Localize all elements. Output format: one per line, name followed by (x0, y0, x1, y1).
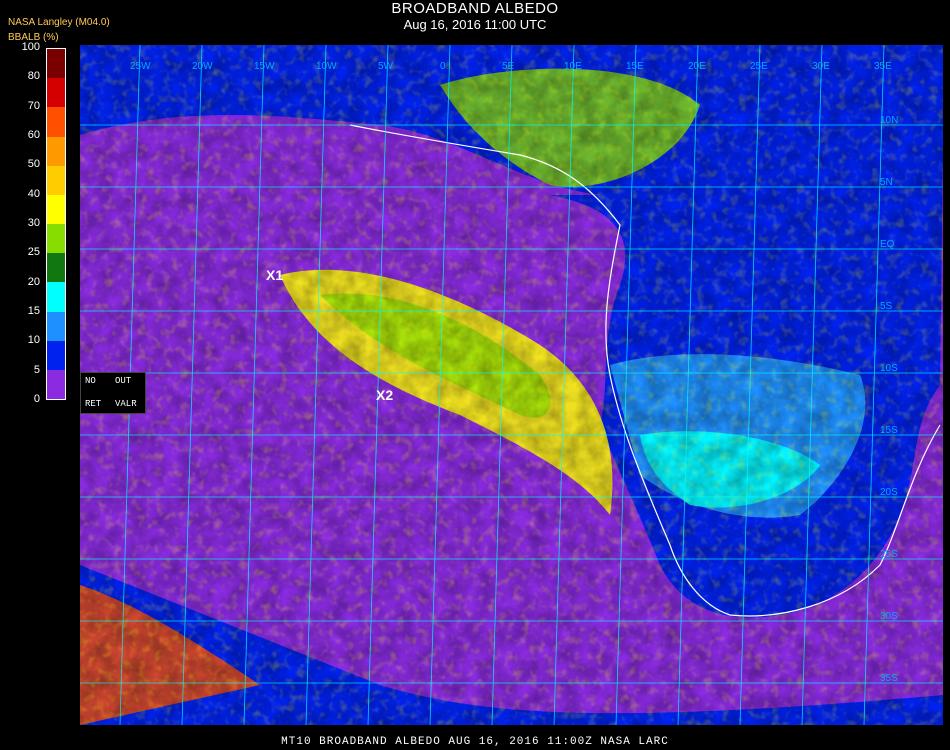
longitude-label: 5W (378, 61, 394, 72)
legend-no: NO (85, 376, 96, 386)
longitude-label: 15E (626, 61, 644, 72)
longitude-label: 10W (316, 61, 337, 72)
color-swatch-11 (47, 369, 65, 400)
legend-ret: RET (85, 399, 102, 409)
color-scale-tick: 30 (27, 217, 40, 229)
map-title: BROADBAND ALBEDO (391, 0, 559, 17)
longitude-label: 35E (874, 61, 892, 72)
footer-caption: MT10 BROADBAND ALBEDO AUG 16, 2016 11:00… (281, 736, 669, 748)
color-scale-tick: 5 (33, 363, 40, 376)
color-swatch-9 (47, 311, 65, 341)
color-swatch-4 (47, 165, 65, 195)
latitude-label: 10S (880, 363, 898, 374)
marker-x2: X2 (376, 387, 394, 403)
color-scale-tick: 25 (27, 246, 40, 259)
albedo-map: 25W 20W 15W 10W 5W 0 5E 10E 15E 20E 25E 30E 35E 10N 5… (80, 45, 943, 725)
color-scale-tick: 20 (27, 275, 40, 288)
color-swatch-3 (47, 136, 65, 166)
legend-box: NO OUT RET VALR (80, 372, 146, 414)
color-scale-bar (46, 48, 66, 400)
color-swatch-5 (47, 194, 65, 225)
longitude-label: 20E (688, 61, 706, 72)
color-swatch-2 (47, 107, 65, 137)
cloud-texture-layer (80, 45, 943, 725)
latitude-label: 25S (880, 549, 898, 560)
latitude-label: 10N (880, 115, 898, 126)
latitude-label: EQ (880, 239, 895, 250)
longitude-label: 15W (254, 61, 275, 72)
longitude-label: 25E (750, 61, 768, 72)
color-scale-tick: 80 (27, 70, 40, 83)
color-scale-tick: 60 (27, 129, 40, 141)
data-source-label: NASA Langley (M04.0) (8, 17, 110, 28)
color-scale-tick: 10 (27, 334, 40, 347)
color-swatch-6 (47, 224, 65, 254)
latitude-label: 5S (880, 301, 893, 312)
color-swatch-0 (47, 49, 65, 79)
color-swatch-10 (47, 340, 65, 370)
color-scale-tick: 40 (27, 187, 40, 200)
map-datetime: Aug 16, 2016 11:00 UTC (403, 17, 547, 32)
latitude-label: 35S (880, 673, 898, 684)
color-scale-tick: 0 (33, 393, 40, 405)
color-scale-tick: 100 (21, 41, 40, 53)
longitude-label: 5E (502, 61, 515, 72)
latitude-label: 30S (880, 611, 898, 622)
longitude-label: 0 (440, 61, 446, 72)
latitude-label: 5N (880, 177, 893, 188)
latitude-label: 15S (880, 425, 898, 436)
color-scale-tick: 70 (27, 99, 40, 112)
color-swatch-1 (47, 78, 65, 108)
longitude-label: 20W (192, 61, 213, 72)
albedo-map-svg: 25W 20W 15W 10W 5W 0 5E 10E 15E 20E 25E 30E 35E 10N 5… (80, 45, 943, 725)
color-scale-tick: 50 (27, 158, 40, 171)
legend-out: OUT (115, 376, 132, 386)
color-swatch-8 (47, 282, 65, 312)
marker-x1: X1 (266, 267, 284, 283)
color-scale-tick: 15 (27, 305, 40, 317)
color-swatch-7 (47, 253, 65, 283)
longitude-label: 25W (130, 61, 151, 72)
latitude-label: 20S (880, 487, 898, 498)
longitude-label: 30E (812, 61, 830, 72)
longitude-label: 10E (564, 61, 582, 72)
legend-valr: VALR (115, 399, 137, 409)
